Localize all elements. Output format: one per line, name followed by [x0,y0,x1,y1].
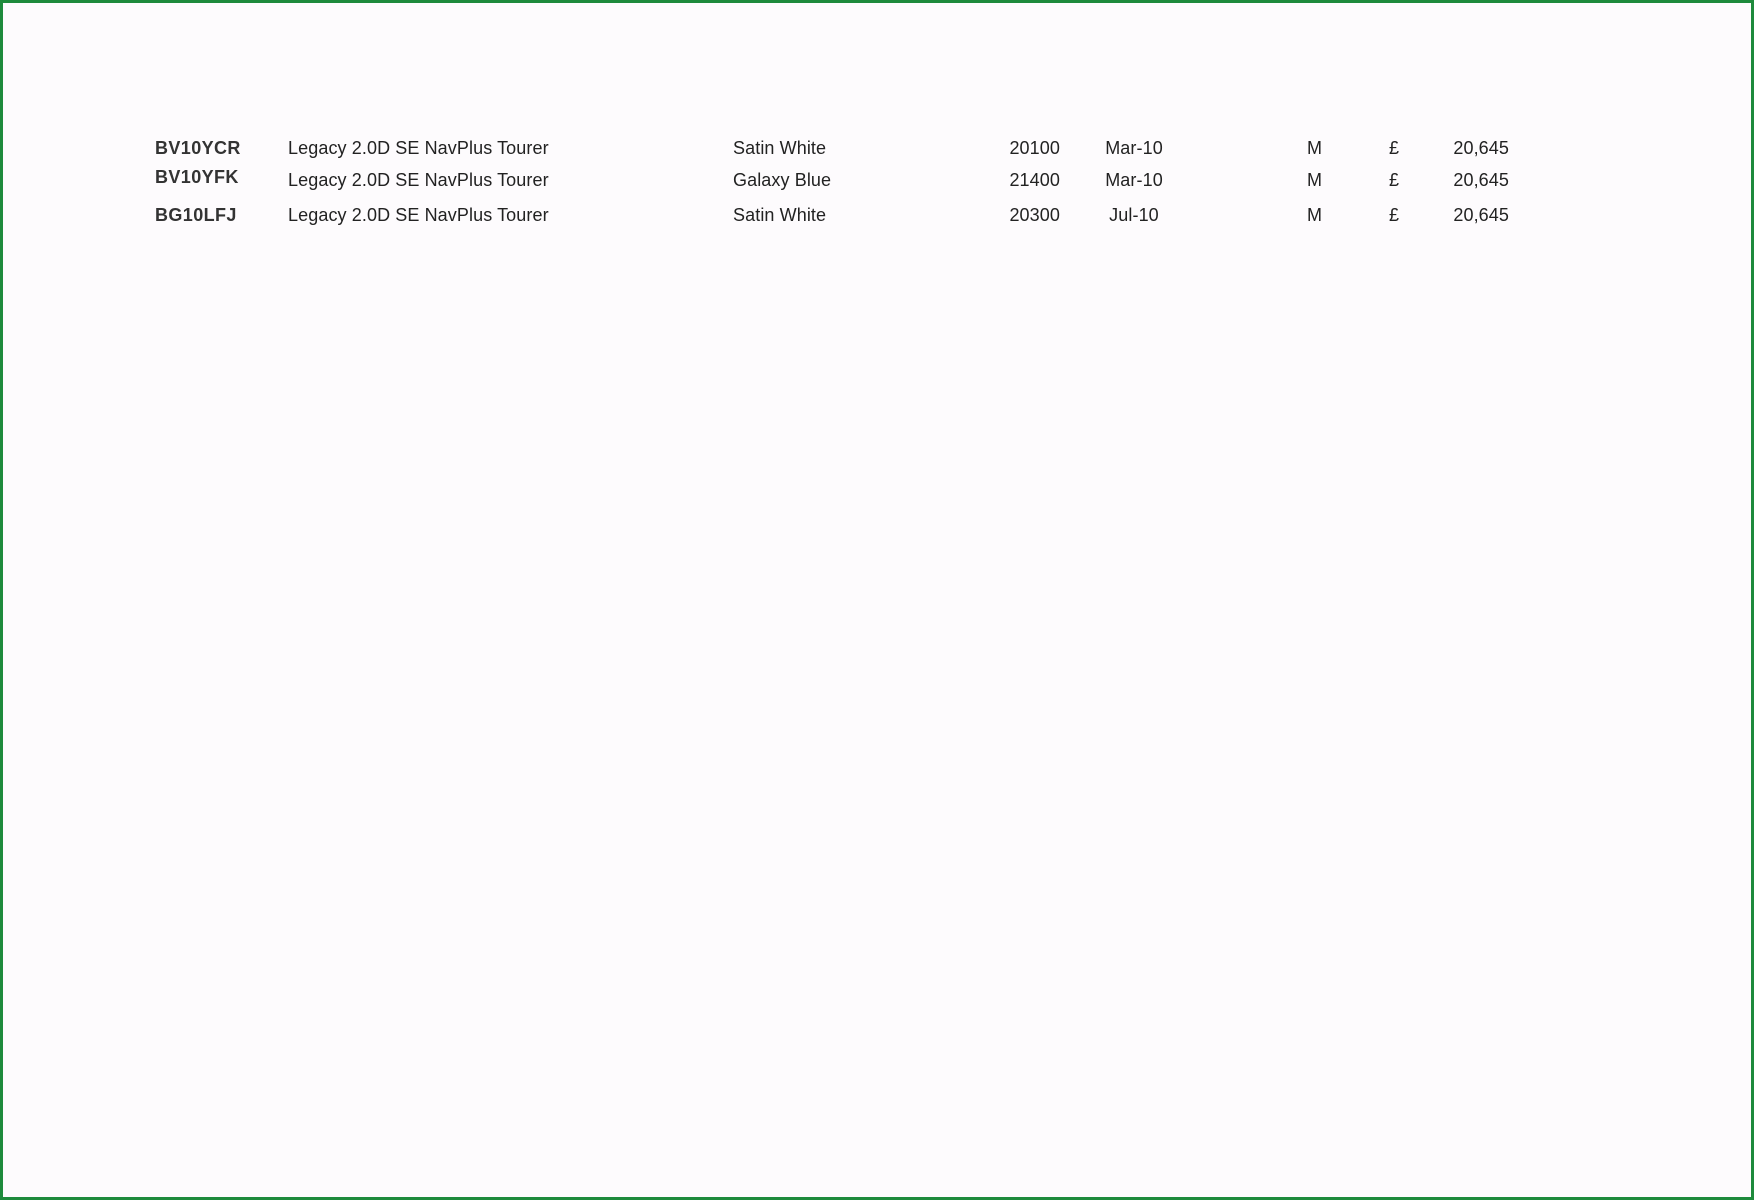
transmission-cell: M [1307,138,1323,158]
registration-cell: BG10LFJ [155,205,237,225]
mileage-cell: 20100 [1009,138,1060,158]
currency-symbol: £ [1389,205,1400,225]
currency-symbol: £ [1389,170,1400,190]
model-cell: Legacy 2.0D SE NavPlus Tourer [288,138,549,158]
date-cell: Mar-10 [1105,138,1163,158]
transmission-cell: M [1307,170,1323,190]
transmission-cell: M [1307,205,1323,225]
colour-cell: Satin White [733,138,827,158]
colour-cell: Galaxy Blue [733,170,832,190]
table-row: BG10LFJ Legacy 2.0D SE NavPlus Tourer Sa… [3,203,1751,231]
table-row: BV10YFK Legacy 2.0D SE NavPlus Tourer Ga… [3,167,1751,196]
registration-cell: BV10YCR [155,138,241,158]
page-frame: BV10YCR Legacy 2.0D SE NavPlus Tourer Sa… [0,0,1754,1200]
model-cell: Legacy 2.0D SE NavPlus Tourer [288,170,549,190]
model-cell: Legacy 2.0D SE NavPlus Tourer [288,205,549,225]
price-cell: 20,645 [1453,138,1509,158]
mileage-cell: 21400 [1009,170,1060,190]
colour-cell: Satin White [733,205,827,225]
price-cell: 20,645 [1453,170,1509,190]
price-cell: 20,645 [1453,205,1509,225]
registration-cell: BV10YFK [155,167,239,187]
vehicle-stock-sheet: BV10YCR Legacy 2.0D SE NavPlus Tourer Sa… [3,3,1751,1197]
currency-symbol: £ [1389,138,1400,158]
mileage-cell: 20300 [1009,205,1060,225]
date-cell: Mar-10 [1105,170,1163,190]
date-cell: Jul-10 [1109,205,1159,225]
table-row: BV10YCR Legacy 2.0D SE NavPlus Tourer Sa… [3,136,1751,164]
